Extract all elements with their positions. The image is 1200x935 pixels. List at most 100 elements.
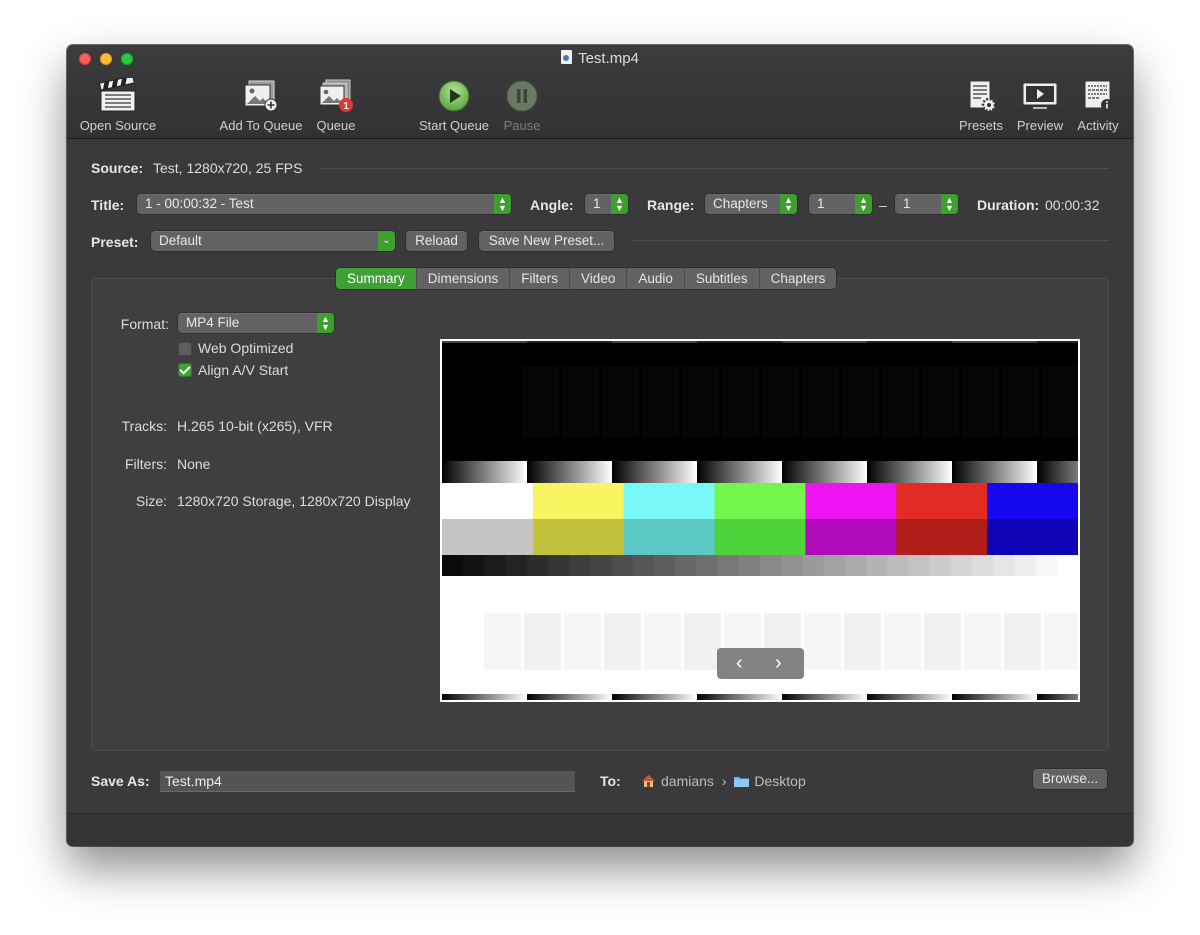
queue-label: Queue bbox=[316, 118, 356, 133]
window-title-text: Test.mp4 bbox=[578, 50, 639, 67]
test-pattern-block bbox=[442, 341, 527, 343]
next-frame-button[interactable]: › bbox=[775, 648, 782, 678]
test-pattern-block bbox=[738, 555, 761, 576]
presets-button[interactable]: Presets bbox=[955, 78, 1007, 133]
chevron-updown-icon: ▲ ▼ bbox=[317, 313, 334, 333]
range-start-popup[interactable]: 1 ▲ ▼ bbox=[809, 194, 872, 214]
test-pattern-block bbox=[972, 555, 994, 576]
test-pattern-block bbox=[675, 555, 697, 576]
test-pattern-block bbox=[611, 555, 634, 576]
test-pattern-block bbox=[532, 519, 625, 555]
angle-popup-value: 1 bbox=[593, 196, 601, 211]
test-pattern-block bbox=[887, 555, 909, 576]
test-pattern-block bbox=[844, 613, 881, 670]
source-label: Source: bbox=[91, 160, 144, 176]
angle-popup[interactable]: 1 ▲ ▼ bbox=[585, 194, 628, 214]
test-pattern-block bbox=[548, 555, 570, 576]
tab-summary[interactable]: Summary bbox=[336, 268, 416, 289]
chevron-updown-icon: ▲ ▼ bbox=[611, 194, 628, 214]
source-separator bbox=[321, 168, 1109, 169]
test-pattern-block bbox=[805, 483, 897, 519]
test-pattern-block bbox=[1037, 461, 1078, 483]
path-folder: Desktop bbox=[754, 773, 806, 789]
title-popup[interactable]: 1 - 00:00:32 - Test ▲ ▼ bbox=[137, 194, 511, 214]
previous-frame-button[interactable]: ‹ bbox=[736, 648, 743, 678]
format-popup[interactable]: MP4 File ▲ ▼ bbox=[178, 313, 334, 333]
range-start-value: 1 bbox=[817, 196, 825, 211]
test-pattern-block bbox=[896, 483, 988, 519]
test-pattern-block bbox=[842, 366, 879, 438]
align-av-checkbox[interactable] bbox=[178, 363, 192, 377]
preview-label: Preview bbox=[1016, 118, 1064, 133]
destination-path[interactable]: damians › Desktop bbox=[642, 773, 806, 789]
preview-button[interactable]: Preview bbox=[1013, 78, 1067, 133]
pause-button[interactable]: Pause bbox=[497, 78, 547, 133]
queue-button[interactable]: 1 Queue bbox=[312, 78, 360, 133]
browse-button[interactable]: Browse... bbox=[1033, 769, 1107, 789]
reload-button[interactable]: Reload bbox=[406, 231, 467, 251]
tab-filters[interactable]: Filters bbox=[509, 268, 570, 289]
web-optimized-checkbox[interactable] bbox=[178, 342, 192, 356]
source-value: Test, 1280x720, 25 FPS bbox=[153, 160, 303, 176]
range-end-value: 1 bbox=[903, 196, 911, 211]
preset-popup[interactable]: Default ⌄ bbox=[151, 231, 395, 251]
size-value: 1280x720 Storage, 1280x720 Display bbox=[177, 493, 411, 509]
test-pattern-block bbox=[802, 366, 839, 438]
test-pattern-block bbox=[882, 366, 919, 438]
test-pattern-block bbox=[442, 694, 527, 700]
test-pattern-block bbox=[922, 366, 959, 438]
tab-dimensions[interactable]: Dimensions bbox=[415, 268, 510, 289]
test-pattern-block bbox=[697, 461, 782, 483]
test-pattern-block bbox=[484, 613, 521, 670]
destination-label: To: bbox=[600, 773, 621, 789]
tab-audio[interactable]: Audio bbox=[626, 268, 684, 289]
test-pattern-block bbox=[929, 555, 952, 576]
tab-video[interactable]: Video bbox=[569, 268, 627, 289]
document-icon bbox=[561, 50, 573, 64]
test-pattern-block bbox=[682, 366, 719, 438]
test-pattern-block bbox=[642, 366, 679, 438]
range-type-popup[interactable]: Chapters ▲ ▼ bbox=[705, 194, 797, 214]
format-popup-value: MP4 File bbox=[186, 315, 240, 330]
test-pattern-block bbox=[654, 555, 676, 576]
test-pattern-block bbox=[526, 555, 549, 576]
test-pattern-block bbox=[714, 519, 806, 555]
test-pattern-block bbox=[527, 694, 612, 700]
filename-field[interactable]: Test.mp4 bbox=[160, 771, 575, 792]
test-pattern-block bbox=[782, 461, 867, 483]
window-title: Test.mp4 bbox=[67, 50, 1133, 67]
handbrake-window: Test.mp4 Open Source Add To Queue 1 Queu… bbox=[67, 45, 1133, 846]
test-pattern-block bbox=[762, 366, 799, 438]
save-new-preset-button[interactable]: Save New Preset... bbox=[479, 231, 614, 251]
test-pattern-block bbox=[697, 694, 782, 700]
range-end-popup[interactable]: 1 ▲ ▼ bbox=[895, 194, 958, 214]
activity-log-icon bbox=[1084, 80, 1113, 111]
activity-button[interactable]: Activity bbox=[1072, 78, 1124, 133]
open-source-button[interactable]: Open Source bbox=[77, 78, 159, 133]
tracks-label: Tracks: bbox=[121, 418, 167, 434]
format-label: Format: bbox=[120, 316, 169, 332]
duration-label: Duration: bbox=[977, 197, 1040, 213]
test-pattern-block bbox=[522, 366, 559, 438]
test-pattern-block bbox=[632, 555, 655, 576]
tab-chapters[interactable]: Chapters bbox=[758, 268, 837, 289]
test-pattern-block bbox=[760, 555, 782, 576]
start-queue-button[interactable]: Start Queue bbox=[413, 78, 495, 133]
chevron-updown-icon: ▲ ▼ bbox=[855, 194, 872, 214]
chevron-updown-icon: ▲ ▼ bbox=[494, 194, 511, 214]
add-to-queue-button[interactable]: Add To Queue bbox=[215, 78, 307, 133]
test-pattern-block bbox=[602, 366, 639, 438]
queue-count-badge: 1 bbox=[343, 101, 349, 112]
path-separator: › bbox=[721, 773, 727, 789]
chevron-down-icon: ⌄ bbox=[378, 231, 395, 251]
test-pattern-block bbox=[527, 341, 612, 343]
test-pattern-block bbox=[884, 613, 921, 670]
test-pattern-block bbox=[505, 555, 528, 576]
tracks-value: H.265 10-bit (x265), VFR bbox=[177, 418, 333, 434]
folder-icon bbox=[734, 774, 750, 787]
test-pattern-block bbox=[782, 341, 867, 343]
web-optimized-label: Web Optimized bbox=[198, 340, 294, 356]
tab-subtitles[interactable]: Subtitles bbox=[683, 268, 759, 289]
preview-navigation: ‹ › bbox=[717, 648, 804, 679]
presets-gear-icon bbox=[969, 80, 997, 113]
